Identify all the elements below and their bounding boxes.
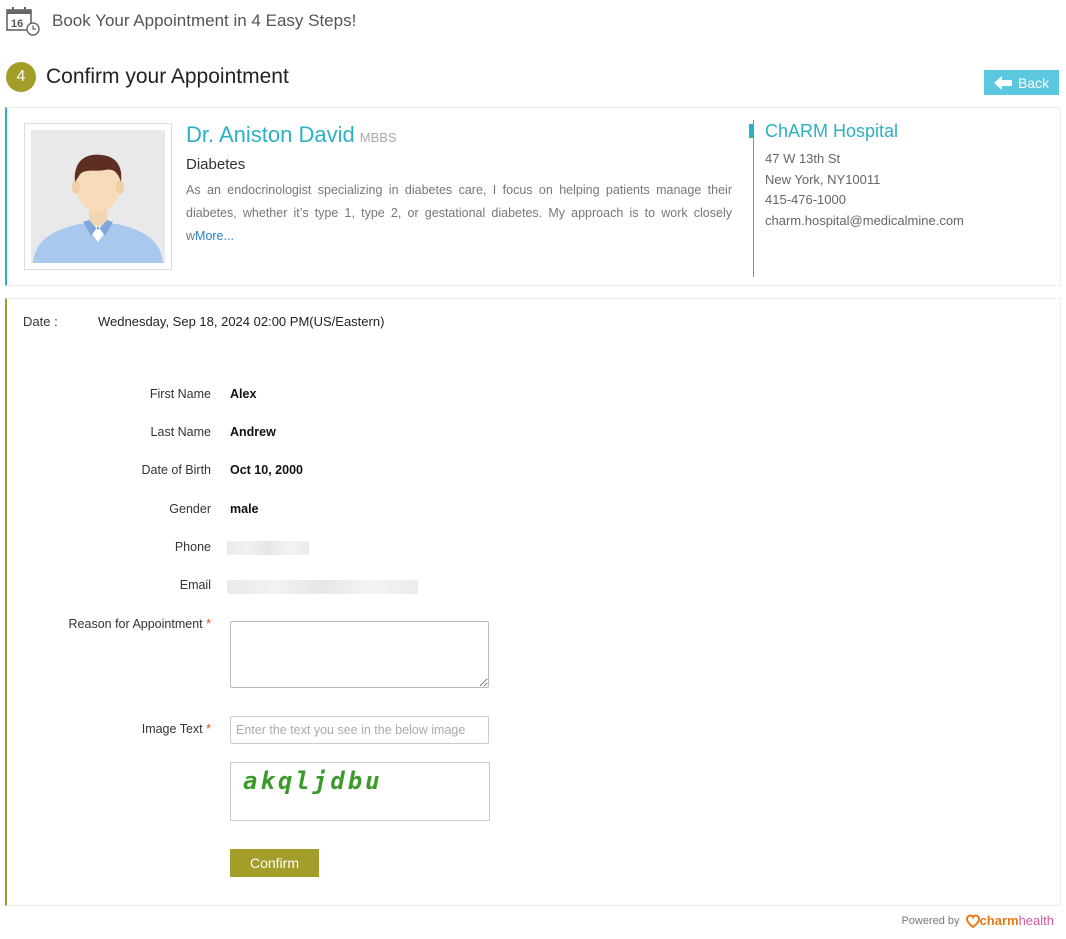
hospital-address-line1: 47 W 13th St — [765, 151, 841, 166]
hospital-email: charm.hospital@medicalmine.com — [765, 213, 964, 229]
doctor-degree: MBBS — [359, 130, 397, 145]
powered-by-text: Powered by — [901, 914, 960, 927]
doctor-bio: As an endocrinologist specializing in di… — [186, 179, 732, 248]
reason-textarea[interactable] — [230, 621, 489, 688]
date-label: Date : — [23, 314, 58, 329]
calendar-clock-icon: 16 — [6, 6, 40, 36]
heart-logo-icon — [965, 913, 980, 928]
image-text-label: Image Text * — [142, 722, 211, 736]
doctor-card: Dr. Aniston David MBBS Diabetes As an en… — [5, 107, 1061, 286]
doctor-avatar — [24, 123, 172, 270]
gender-label: Gender — [169, 502, 211, 516]
phone-label: Phone — [174, 540, 211, 554]
dob-label: Date of Birth — [141, 463, 211, 477]
last-name-label: Last Name — [150, 425, 211, 439]
doctor-avatar-illustration — [31, 130, 165, 263]
doctor-bio-text: As an endocrinologist specializing in di… — [186, 183, 732, 243]
image-text-label-text: Image Text — [141, 722, 203, 736]
last-name-value: Andrew — [230, 425, 276, 439]
captcha-input[interactable] — [230, 716, 489, 744]
required-asterisk: * — [206, 722, 211, 736]
captcha-text: akqljdbu — [243, 767, 383, 795]
doctor-specialty: Diabetes — [186, 156, 246, 173]
back-button[interactable]: Back — [984, 70, 1059, 95]
required-asterisk: * — [206, 617, 211, 631]
page-title: Book Your Appointment in 4 Easy Steps! — [52, 11, 357, 30]
brand-part1: charm — [979, 913, 1019, 928]
date-value: Wednesday, Sep 18, 2024 02:00 PM(US/East… — [98, 314, 385, 329]
footer: Powered by charm health — [901, 913, 1054, 928]
confirm-button[interactable]: Confirm — [230, 849, 319, 877]
bio-more-link[interactable]: More... — [195, 229, 234, 243]
first-name-label: First Name — [149, 387, 211, 401]
hospital-details: 47 W 13th St New York, NY10011 415-476-1… — [765, 149, 964, 232]
arrow-left-icon — [993, 75, 1012, 90]
hospital-marker — [749, 124, 754, 138]
dob-value: Oct 10, 2000 — [230, 463, 303, 477]
hospital-name: ChARM Hospital — [765, 121, 899, 141]
email-value-redacted — [227, 580, 418, 594]
back-button-label: Back — [1017, 74, 1050, 91]
captcha-image: akqljdbu — [230, 762, 490, 821]
brand-part2: health — [1018, 913, 1054, 928]
gender-value: male — [230, 502, 259, 516]
doctor-name: Dr. Aniston David — [186, 122, 355, 147]
email-label: Email — [179, 578, 211, 592]
appointment-form-card: Date : Wednesday, Sep 18, 2024 02:00 PM(… — [5, 298, 1061, 906]
hospital-phone: 415-476-1000 — [765, 192, 846, 208]
booking-header: 16 Book Your Appointment in 4 Easy Steps… — [6, 5, 356, 37]
first-name-value: Alex — [230, 387, 257, 401]
hospital-address-line2: New York, NY10011 — [765, 171, 881, 187]
charmhealth-logo[interactable]: charm health — [965, 913, 1054, 928]
step-title: Confirm your Appointment — [46, 65, 289, 88]
phone-value-redacted — [227, 541, 309, 555]
svg-text:16: 16 — [11, 18, 23, 30]
step-indicator: 4 Confirm your Appointment — [6, 62, 289, 92]
reason-label: Reason for Appointment * — [69, 617, 211, 631]
hospital-divider — [753, 120, 754, 277]
doctor-name-row: Dr. Aniston David MBBS — [186, 122, 397, 148]
step-number-badge: 4 — [6, 62, 36, 92]
reason-label-text: Reason for Appointment — [68, 617, 203, 631]
